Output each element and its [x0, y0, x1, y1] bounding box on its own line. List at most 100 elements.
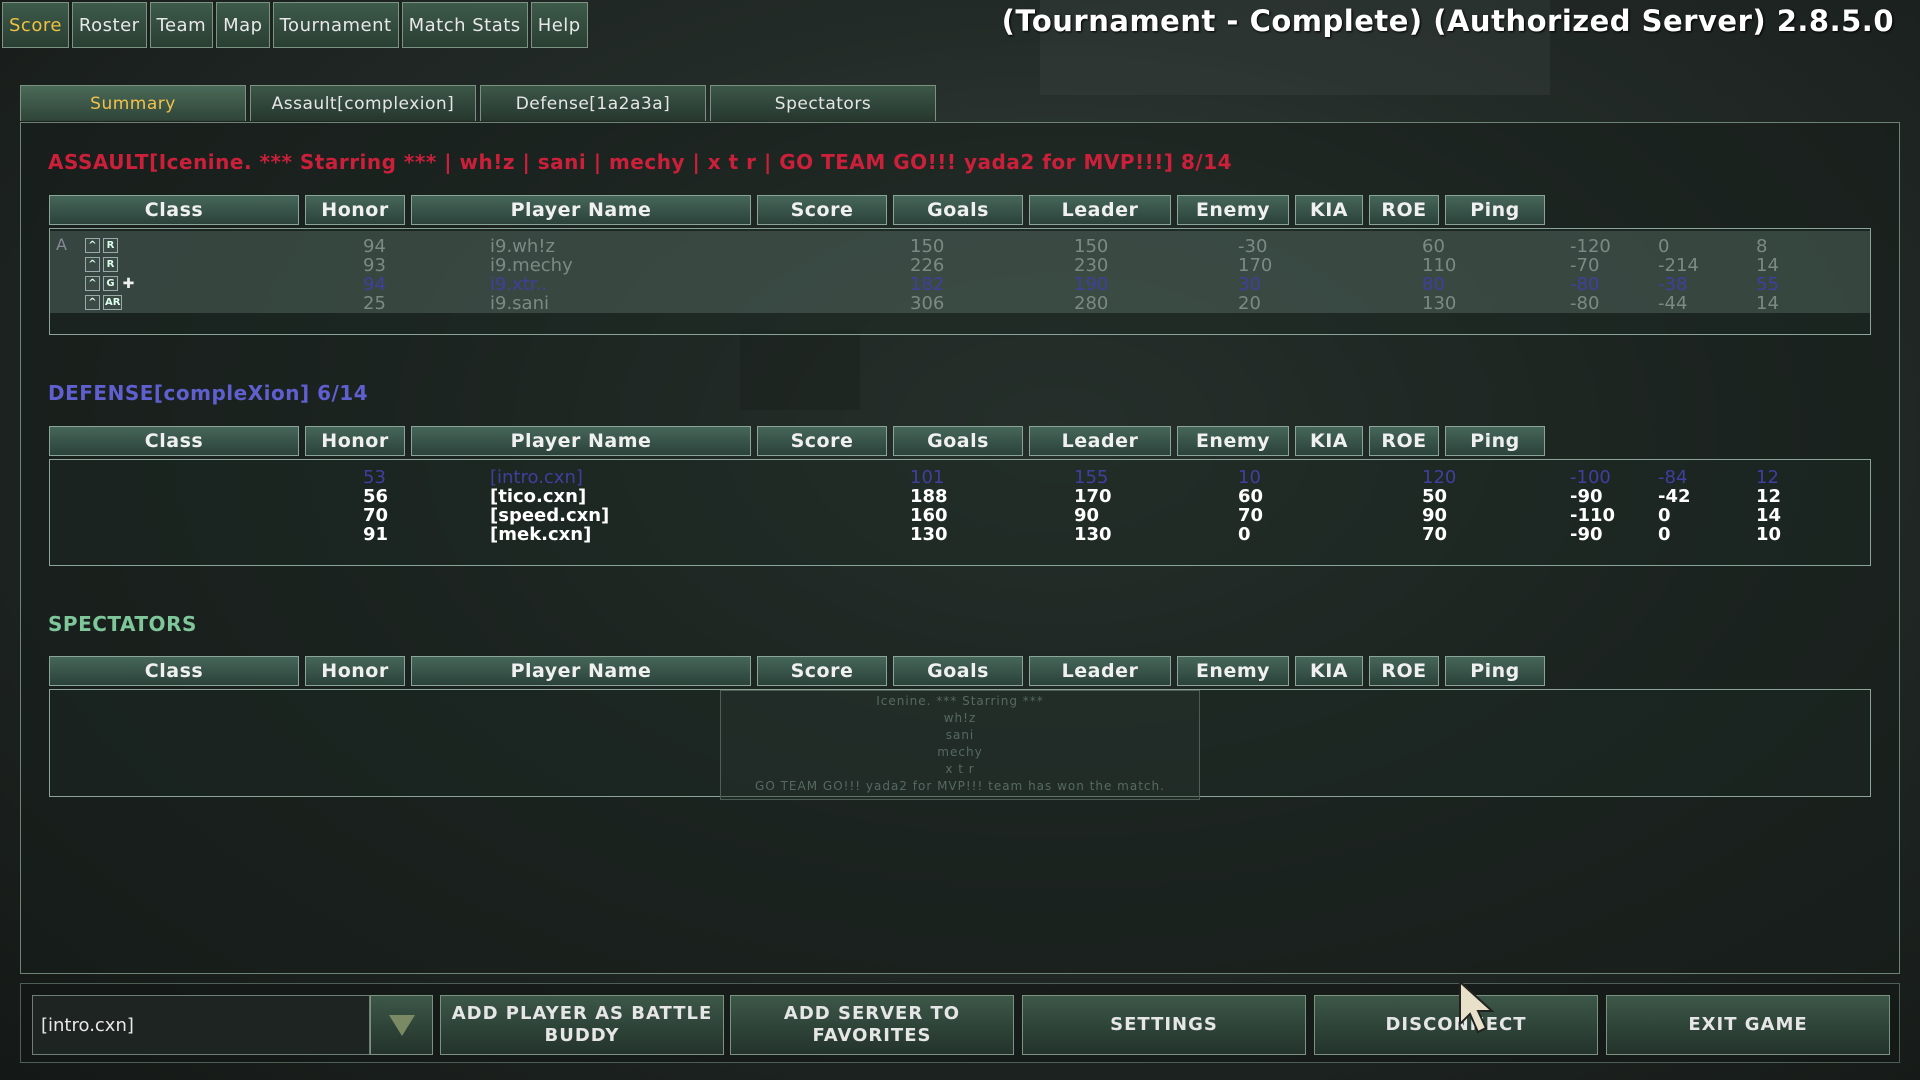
cell-honor: 70 — [363, 505, 389, 526]
cell-leader: 60 — [1238, 486, 1264, 507]
cell-name[interactable]: i9.xtr.. — [490, 275, 547, 294]
defense-player-row[interactable]: 91 [mek.cxn] 130 130 0 70 -90 0 10 — [50, 525, 1870, 544]
assault-player-row[interactable]: ^ G ✚ 94 i9.xtr.. 182 190 30 80 -80 -38 55 — [50, 275, 1870, 294]
column-header-ping[interactable]: Ping — [1445, 656, 1545, 686]
cell-ping: 12 — [1756, 486, 1782, 507]
defense-player-row[interactable]: 70 [speed.cxn] 160 90 70 90 -110 0 14 — [50, 506, 1870, 525]
disconnect-button[interactable]: DISCONNECT — [1314, 995, 1598, 1055]
column-header-enemy[interactable]: Enemy — [1177, 195, 1289, 225]
cell-name[interactable]: [mek.cxn] — [490, 525, 591, 544]
column-header-leader[interactable]: Leader — [1029, 195, 1171, 225]
cell-goals: 150 — [1074, 236, 1109, 257]
cell-enemy: 90 — [1422, 505, 1448, 526]
tab-assault[interactable]: Assault[complexion] — [250, 85, 476, 121]
menu-help[interactable]: Help — [530, 2, 588, 48]
cell-kia: -80 — [1570, 274, 1600, 295]
column-header-leader[interactable]: Leader — [1029, 656, 1171, 686]
defense-player-row[interactable]: 53 [intro.cxn] 101 155 10 120 -100 -84 12 — [50, 468, 1870, 487]
column-header-player-name[interactable]: Player Name — [411, 426, 751, 456]
column-header-honor[interactable]: Honor — [305, 195, 405, 225]
player-select-field[interactable]: [intro.cxn] — [32, 995, 370, 1055]
tab-summary[interactable]: Summary — [20, 85, 246, 121]
column-header-class[interactable]: Class — [49, 656, 299, 686]
cell-name[interactable]: i9.sani — [490, 294, 549, 313]
column-header-goals[interactable]: Goals — [893, 426, 1023, 456]
cell-enemy: 130 — [1422, 293, 1457, 314]
column-header-roe[interactable]: ROE — [1369, 195, 1439, 225]
cell-enemy: 120 — [1422, 467, 1457, 488]
assault-table-header: Class Honor Player Name Score Goals Leader Ene… — [49, 195, 1871, 225]
cell-enemy: 60 — [1422, 236, 1445, 257]
column-header-player-name[interactable]: Player Name — [411, 195, 751, 225]
cell-goals: 280 — [1074, 293, 1109, 314]
cell-name[interactable]: i9.wh!z — [490, 237, 555, 256]
cell-name[interactable]: [tico.cxn] — [490, 487, 586, 506]
rank-chevron-icon: ^ — [85, 257, 100, 272]
column-header-score[interactable]: Score — [757, 426, 887, 456]
column-header-score[interactable]: Score — [757, 656, 887, 686]
column-header-honor[interactable]: Honor — [305, 656, 405, 686]
column-header-class[interactable]: Class — [49, 195, 299, 225]
class-icons: ^ R — [85, 257, 118, 272]
cell-score: 188 — [910, 486, 948, 507]
cell-score: 182 — [910, 274, 945, 295]
spectators-table-header: Class Honor Player Name Score Goals Leader Ene… — [49, 656, 1871, 686]
exit-game-button[interactable]: EXIT GAME — [1606, 995, 1890, 1055]
cell-roe: 0 — [1658, 505, 1671, 526]
column-header-enemy[interactable]: Enemy — [1177, 426, 1289, 456]
column-header-roe[interactable]: ROE — [1369, 656, 1439, 686]
assault-player-row[interactable]: ^ R 93 i9.mechy 226 230 170 110 -70 -214 14 — [50, 256, 1870, 275]
column-header-score[interactable]: Score — [757, 195, 887, 225]
cell-leader: 20 — [1238, 293, 1261, 314]
column-header-leader[interactable]: Leader — [1029, 426, 1171, 456]
column-header-class[interactable]: Class — [49, 426, 299, 456]
tooltip-line: x t r — [945, 762, 975, 776]
settings-button[interactable]: SETTINGS — [1022, 995, 1306, 1055]
column-header-goals[interactable]: Goals — [893, 195, 1023, 225]
column-header-roe[interactable]: ROE — [1369, 426, 1439, 456]
column-header-ping[interactable]: Ping — [1445, 195, 1545, 225]
add-battle-buddy-button[interactable]: ADD PLAYER AS BATTLE BUDDY — [440, 995, 724, 1055]
column-header-enemy[interactable]: Enemy — [1177, 656, 1289, 686]
tab-spectators[interactable]: Spectators — [710, 85, 936, 121]
cell-ping: 14 — [1756, 255, 1779, 276]
menu-tournament[interactable]: Tournament — [272, 2, 399, 48]
defense-player-row[interactable]: 56 [tico.cxn] 188 170 60 50 -90 -42 12 — [50, 487, 1870, 506]
medic-cross-icon: ✚ — [122, 275, 135, 292]
cell-score: 150 — [910, 236, 945, 257]
server-title: (Tournament - Complete) (Authorized Serv… — [1001, 4, 1894, 38]
assault-player-row[interactable]: ^ AR 25 i9.sani 306 280 20 130 -80 -44 14 — [50, 294, 1870, 313]
spectators-tooltip: Icenine. *** Starring *** wh!z sani mechy x … — [720, 690, 1200, 800]
cell-roe: -84 — [1658, 467, 1688, 488]
column-header-goals[interactable]: Goals — [893, 656, 1023, 686]
cell-goals: 130 — [1074, 524, 1112, 545]
column-header-ping[interactable]: Ping — [1445, 426, 1545, 456]
menu-match-stats[interactable]: Match Stats — [401, 2, 528, 48]
column-header-kia[interactable]: KIA — [1295, 656, 1363, 686]
tooltip-line: wh!z — [943, 711, 977, 725]
cell-name[interactable]: i9.mechy — [490, 256, 573, 275]
cell-ping: 8 — [1756, 236, 1768, 257]
menu-team[interactable]: Team — [149, 2, 214, 48]
menu-map[interactable]: Map — [216, 2, 270, 48]
cell-leader: 10 — [1238, 467, 1261, 488]
menu-score[interactable]: Score — [2, 2, 69, 48]
menu-roster[interactable]: Roster — [71, 2, 147, 48]
cell-name[interactable]: [intro.cxn] — [490, 468, 583, 487]
cell-honor: 93 — [363, 255, 386, 276]
cell-leader: 0 — [1238, 524, 1251, 545]
cell-ping: 14 — [1756, 505, 1782, 526]
weapon-class-icon: G — [103, 276, 118, 291]
cell-kia: -100 — [1570, 467, 1611, 488]
column-header-kia[interactable]: KIA — [1295, 195, 1363, 225]
add-server-favorites-button[interactable]: ADD SERVER TO FAVORITES — [730, 995, 1014, 1055]
tab-defense[interactable]: Defense[1a2a3a] — [480, 85, 706, 121]
spectators-heading: SPECTATORS — [48, 612, 197, 636]
cell-name[interactable]: [speed.cxn] — [490, 506, 609, 525]
column-header-player-name[interactable]: Player Name — [411, 656, 751, 686]
cell-honor: 94 — [363, 274, 386, 295]
column-header-honor[interactable]: Honor — [305, 426, 405, 456]
player-dropdown-button[interactable] — [370, 995, 433, 1055]
assault-player-row[interactable]: ^ R 94 i9.wh!z 150 150 -30 60 -120 0 8 — [50, 237, 1870, 256]
column-header-kia[interactable]: KIA — [1295, 426, 1363, 456]
